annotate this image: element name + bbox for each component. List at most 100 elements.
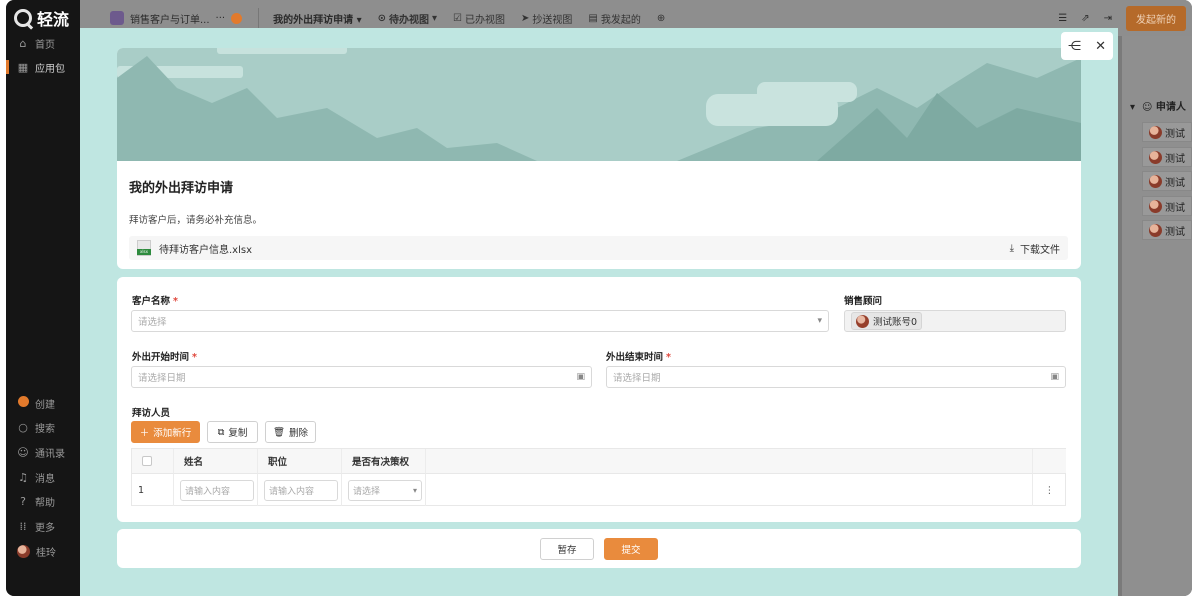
column-header-actions — [1033, 449, 1066, 474]
divider — [258, 8, 260, 28]
form-footer-card — [117, 529, 1081, 568]
advisor-label: 销售顾问 — [844, 296, 883, 307]
name-input[interactable]: 请输入内容 — [180, 479, 254, 501]
logo-icon — [14, 9, 32, 27]
modal-tools: ⋲ ✕ — [1061, 32, 1113, 60]
decision-cell: 请选择 ▾ — [342, 474, 426, 506]
chevron-down-icon: ▾ — [817, 316, 822, 326]
start-time-picker[interactable]: 请选择日期 ▣ — [131, 366, 592, 388]
tab-todo-view[interactable]: ⊙ 待办视图 ▾ — [370, 11, 445, 26]
decision-select[interactable]: 请选择 ▾ — [348, 479, 422, 501]
tab-cc-view[interactable]: ➤ 抄送视图 — [513, 11, 580, 26]
sidebar-item-more[interactable]: ⁞⁞ 更多 — [6, 515, 80, 537]
tab-current-form[interactable]: 我的外出拜访申请 ▾ — [265, 11, 370, 26]
avatar — [17, 544, 30, 558]
submit-button[interactable]: 提交 — [604, 538, 658, 560]
download-icon: ⤓ — [1009, 242, 1014, 254]
table-row: 测试 — [1142, 196, 1192, 216]
position-cell: 请输入内容 — [258, 474, 342, 506]
sidebar-item-create[interactable]: 创建 — [6, 392, 80, 414]
plus-icon: ＋ — [139, 428, 150, 439]
document-icon: ▤ — [588, 12, 598, 24]
start-time-label: 外出开始时间 * — [132, 352, 197, 363]
add-row-button[interactable]: ＋ 添加新行 — [131, 421, 200, 443]
member-tag: 测试账号0 — [851, 312, 923, 330]
visitors-table: 姓名 职位 是否有决策权 1 请输入内容 请输入内容 请选择 ▾ ⋮ — [131, 448, 1066, 506]
tab-my-initiated[interactable]: ▤ 我发起的 — [580, 11, 648, 26]
sidebar-item-label: 创建 — [35, 399, 55, 411]
bell-icon: ♫ — [18, 470, 28, 484]
logo-text: 轻流 — [37, 10, 70, 29]
sidebar-item-apps[interactable]: ▦ 应用包 — [6, 56, 80, 78]
end-time-picker[interactable]: 请选择日期 ▣ — [606, 366, 1066, 388]
attachment-file-name[interactable]: 待拜访客户信息.xlsx — [159, 241, 252, 256]
plus-circle-icon: ⊕ — [656, 12, 666, 24]
mountain-illustration — [117, 48, 1081, 161]
excel-file-icon — [137, 240, 151, 256]
column-header-name: 姓名 — [174, 449, 258, 474]
share-icon[interactable]: ⋲ — [1068, 39, 1081, 54]
plus-circle-icon — [17, 396, 29, 410]
save-draft-button[interactable]: 暂存 — [540, 538, 594, 560]
sidebar-item-user[interactable]: 桂玲 — [6, 540, 80, 562]
calendar-icon: ▣ — [576, 372, 585, 382]
app-logo[interactable]: 轻流 — [14, 6, 69, 30]
column-header-decision: 是否有决策权 — [342, 449, 426, 474]
more-icon[interactable]: ··· — [216, 13, 226, 24]
app-name: 销售客户与订单... — [130, 14, 210, 26]
app-icon — [110, 11, 124, 25]
sidebar-item-messages[interactable]: ♫ 消息 — [6, 466, 80, 488]
copy-row-button[interactable]: ⧉ 复制 — [207, 421, 258, 443]
advisor-field: 测试账号0 — [844, 310, 1066, 332]
sidebar-item-label: 应用包 — [35, 63, 65, 75]
table-row: 测试 — [1142, 171, 1192, 191]
chart-icon[interactable]: ⇗ — [1081, 13, 1089, 24]
select-all-cell — [132, 449, 174, 474]
grid-icon: ▦ — [17, 60, 29, 74]
list-icon[interactable]: ☰ — [1058, 13, 1067, 24]
column-header-filler — [426, 449, 1033, 474]
left-sidebar: 轻流 ⌂ 首页 ▦ 应用包 创建 ○ 搜索 ☺ 通讯录 ♫ 消息 ? 帮助 ⁞⁞… — [6, 0, 80, 596]
download-file-button[interactable]: ⤓ 下载文件 — [1010, 241, 1060, 256]
checkbox-icon: ☑ — [453, 12, 462, 24]
table-row: 测试 — [1142, 122, 1192, 142]
close-icon[interactable]: ✕ — [1095, 39, 1106, 54]
help-icon: ? — [20, 494, 26, 508]
row-more-icon[interactable]: ⋮ — [1033, 474, 1066, 506]
position-input[interactable]: 请输入内容 — [264, 479, 338, 501]
visitors-label: 拜访人员 — [132, 408, 171, 419]
start-new-button[interactable]: 发起新的 — [1126, 5, 1186, 31]
calendar-icon: ▣ — [1050, 372, 1059, 382]
contacts-icon: ☺ — [17, 445, 29, 459]
sidebar-item-label: 通讯录 — [35, 448, 65, 460]
add-icon[interactable] — [231, 12, 243, 24]
form-description: 拜访客户后，请务必补充信息。 — [129, 215, 263, 226]
end-time-label: 外出结束时间 * — [606, 352, 671, 363]
customer-label: 客户名称 * — [132, 296, 178, 307]
tab-done-view[interactable]: ☑ 已办视图 — [445, 11, 513, 26]
sidebar-item-label: 消息 — [35, 473, 55, 485]
sidebar-item-contacts[interactable]: ☺ 通讯录 — [6, 441, 80, 463]
form-title: 我的外出拜访申请 — [129, 181, 234, 196]
customer-select[interactable]: 请选择 ▾ — [131, 310, 829, 332]
more-grid-icon: ⁞⁞ — [19, 519, 27, 533]
sidebar-item-label: 首页 — [35, 39, 55, 51]
sidebar-item-help[interactable]: ? 帮助 — [6, 490, 80, 512]
sidebar-item-home[interactable]: ⌂ 首页 — [6, 32, 80, 54]
export-icon[interactable]: ⇥ — [1104, 13, 1112, 24]
sidebar-item-search[interactable]: ○ 搜索 — [6, 416, 80, 438]
sidebar-item-label: 搜索 — [35, 423, 55, 435]
column-header: ▾ ☺ 申请人 — [1130, 102, 1186, 113]
delete-row-button[interactable]: 🗑 删除 — [265, 421, 316, 443]
sidebar-item-label: 帮助 — [35, 497, 55, 509]
sidebar-item-label: 更多 — [35, 522, 55, 534]
select-all-checkbox[interactable] — [142, 456, 152, 466]
filler-cell — [426, 474, 1033, 506]
chevron-down-icon: ▾ — [412, 485, 417, 495]
form-banner — [117, 48, 1081, 161]
send-icon: ➤ — [521, 12, 530, 24]
trash-icon: 🗑 — [272, 426, 286, 438]
toolbar-right: ☰ ⇗ ⇥ 发起新的 — [1058, 5, 1192, 31]
search-icon: ○ — [18, 420, 28, 434]
add-view-button[interactable]: ⊕ — [649, 13, 673, 24]
